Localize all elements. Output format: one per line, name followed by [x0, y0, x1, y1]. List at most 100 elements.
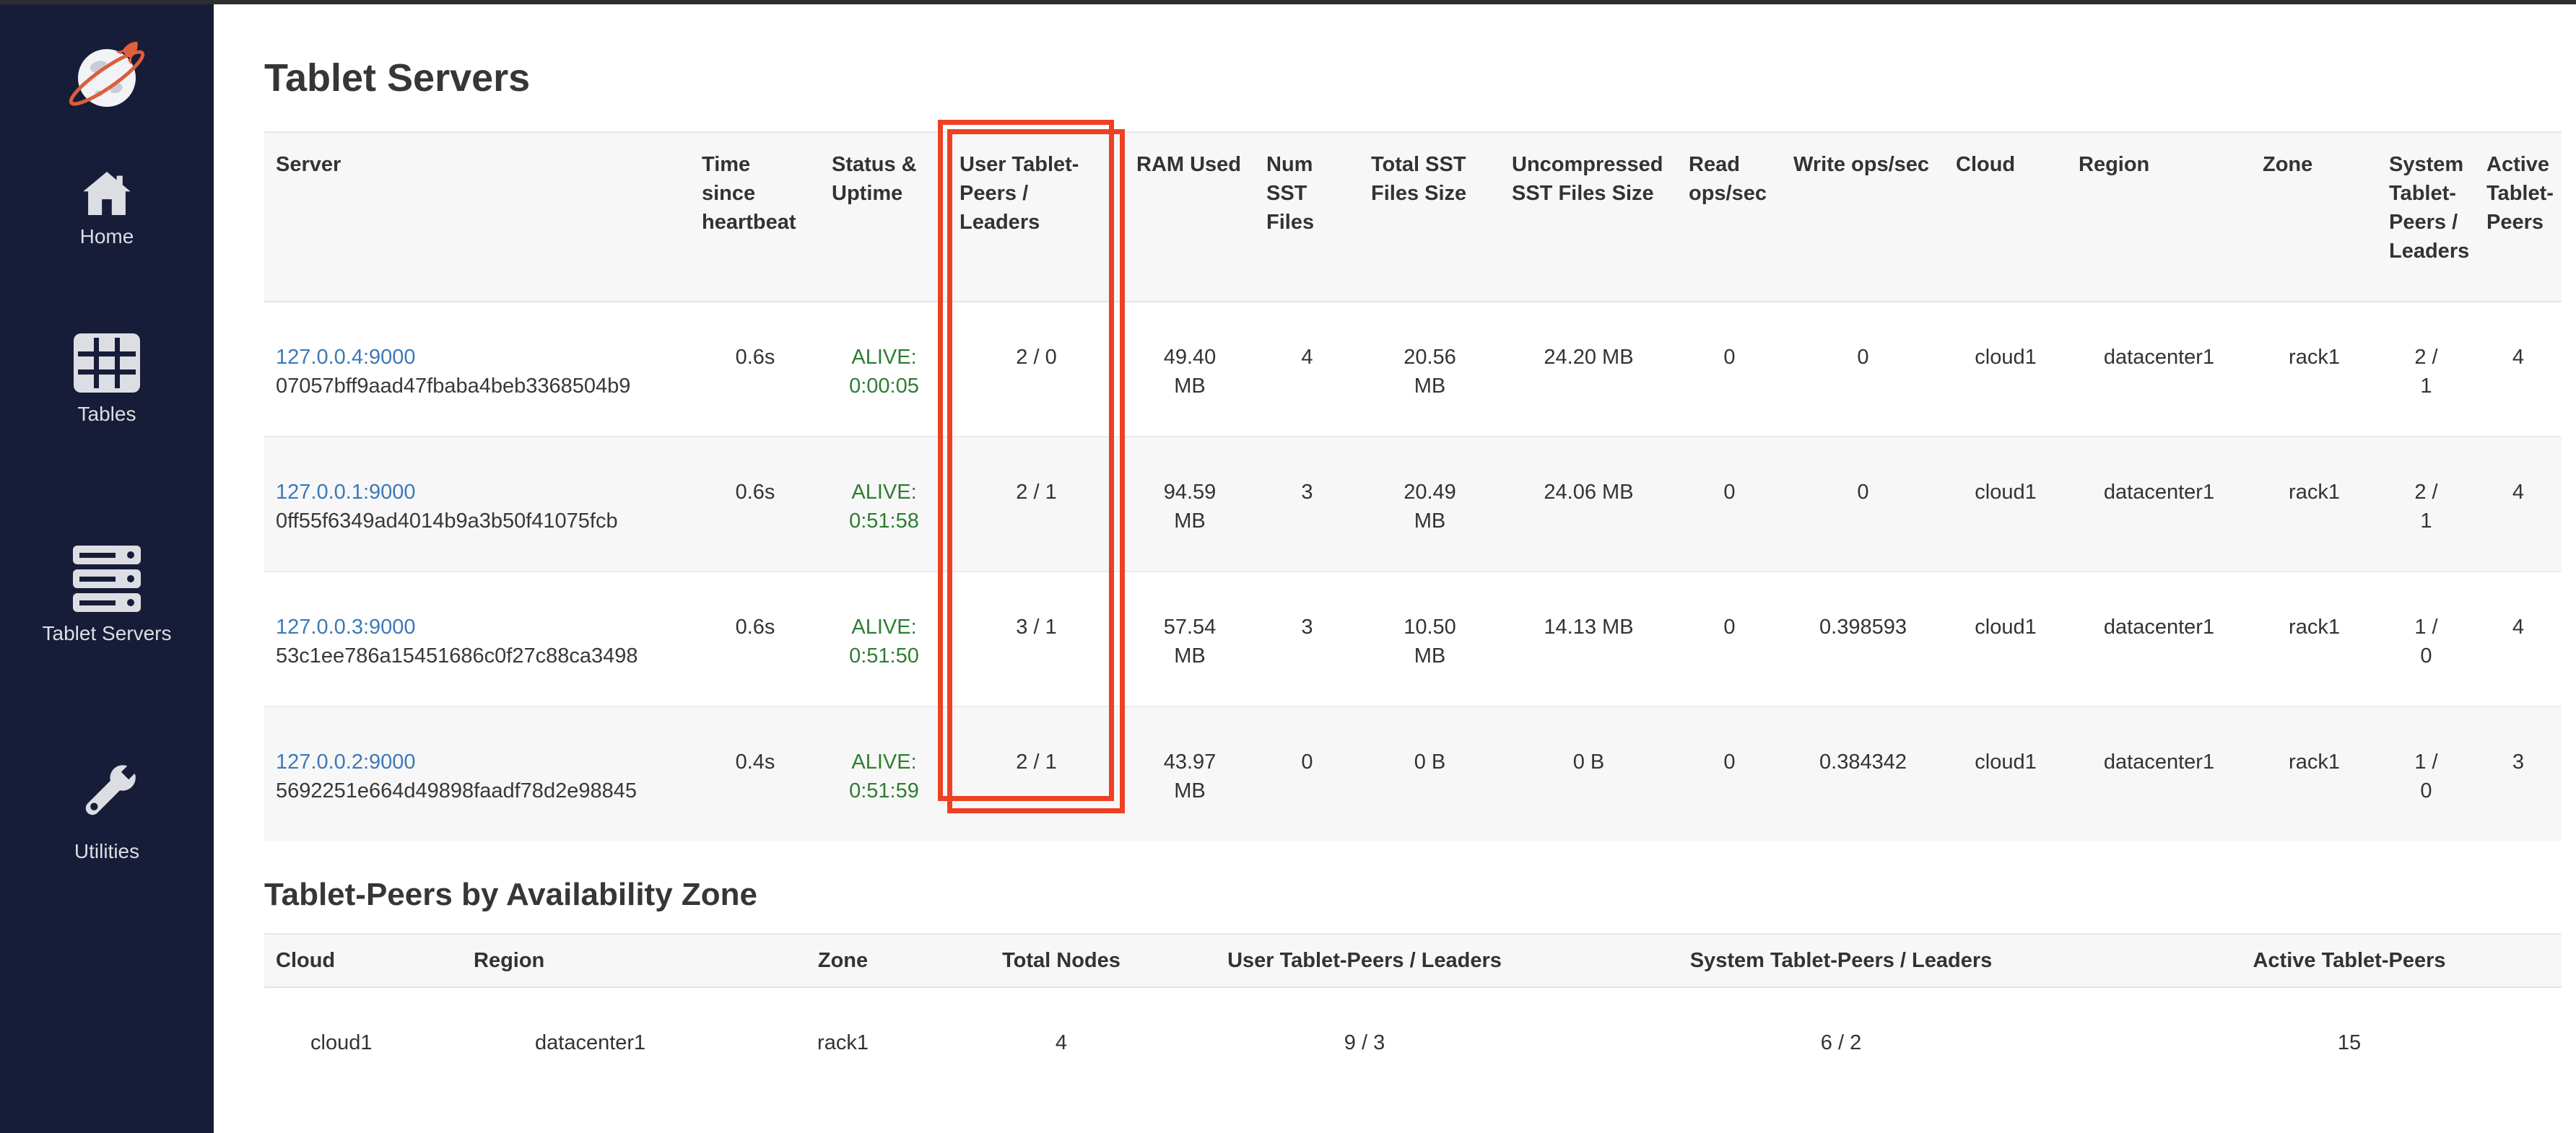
cell-time-since-heartbeat: 0.6s: [690, 437, 820, 572]
server-link[interactable]: 127.0.0.3:9000: [276, 616, 416, 639]
server-link[interactable]: 127.0.0.2:9000: [276, 751, 416, 774]
column-header: User Tablet-Peers / Leaders: [948, 132, 1125, 302]
cell-read-ops-sec: 0: [1677, 302, 1782, 437]
cell-system-tablet-peers-leaders: 1 / 0: [2377, 572, 2475, 707]
cell-read-ops-sec: 0: [1677, 437, 1782, 572]
cell-system-tablet-peers-leaders: 2 / 1: [2377, 302, 2475, 437]
cell-read-ops-sec: 0: [1677, 707, 1782, 841]
cell-total-sst-files-size: 20.49 MB: [1359, 437, 1500, 572]
tables-icon: [74, 333, 140, 393]
table-row: 127.0.0.2:9000 5692251e664d49898faadf78d2…: [264, 707, 2562, 841]
cell-ram-used: 57.54 MB: [1125, 572, 1255, 707]
cell-total-sst-files-size: 10.50 MB: [1359, 572, 1500, 707]
server-link[interactable]: 127.0.0.1:9000: [276, 481, 416, 504]
sidebar-item-label: Home: [80, 225, 134, 248]
cell-active-tablet-peers: 4: [2475, 437, 2562, 572]
server-uuid: 0ff55f6349ad4014b9a3b50f41075fcb: [276, 507, 679, 535]
cell-ram-used: 94.59 MB: [1125, 437, 1255, 572]
tablet-servers-table: ServerTime since heartbeatStatus & Uptim…: [264, 131, 2562, 841]
main-content: Tablet Servers ServerTime since heartbea…: [214, 4, 2576, 1086]
column-header: User Tablet-Peers / Leaders: [1184, 934, 1545, 987]
column-header: Zone: [2251, 132, 2377, 302]
cell-system-tablet-peers-leaders: 1 / 0: [2377, 707, 2475, 841]
sidebar-item-label: Tables: [78, 403, 136, 426]
server-link[interactable]: 127.0.0.4:9000: [276, 346, 416, 369]
cell-num-sst-files: 4: [1255, 302, 1359, 437]
cell-cloud: cloud1: [1944, 437, 2067, 572]
column-header: Total SST Files Size: [1359, 132, 1500, 302]
column-header: Region: [462, 934, 747, 987]
column-header: Read ops/sec: [1677, 132, 1782, 302]
cell-time-since-heartbeat: 0.4s: [690, 707, 820, 841]
cell-status-uptime: ALIVE: 0:00:05: [820, 302, 948, 437]
cell-user-tablet-peers-leaders: 2 / 1: [948, 707, 1125, 841]
column-header: System Tablet-Peers / Leaders: [2377, 132, 2475, 302]
cell-time-since-heartbeat: 0.6s: [690, 572, 820, 707]
home-icon: [83, 172, 131, 215]
cell-ram-used: 43.97 MB: [1125, 707, 1255, 841]
cell-user-tablet-peers-leaders: 2 / 1: [948, 437, 1125, 572]
column-header: Active Tablet-Peers: [2137, 934, 2562, 987]
cell-write-ops-sec: 0.398593: [1782, 572, 1944, 707]
az-table: CloudRegionZoneTotal NodesUser Tablet-Pe…: [264, 933, 2562, 1086]
cell-ram-used: 49.40 MB: [1125, 302, 1255, 437]
server-uuid: 53c1ee786a15451686c0f27c88ca3498: [276, 642, 679, 670]
column-header: Cloud: [1944, 132, 2067, 302]
sidebar-item-home[interactable]: Home: [0, 172, 214, 248]
table-row: 127.0.0.3:9000 53c1ee786a15451686c0f27c88…: [264, 572, 2562, 707]
column-header: Active Tablet-Peers: [2475, 132, 2562, 302]
cell-uncompressed-sst-files-size: 0 B: [1500, 707, 1677, 841]
cell-zone: rack1: [747, 987, 939, 1086]
column-header: Cloud: [264, 934, 462, 987]
cell-read-ops-sec: 0: [1677, 572, 1782, 707]
cell-server: 127.0.0.3:9000 53c1ee786a15451686c0f27c88…: [264, 572, 690, 707]
cell-cloud: cloud1: [1944, 302, 2067, 437]
sidebar-item-label: Tablet Servers: [43, 622, 172, 645]
column-header: Server: [264, 132, 690, 302]
az-tbody: cloud1datacenter1rack149 / 36 / 215: [264, 987, 2562, 1086]
column-header: Write ops/sec: [1782, 132, 1944, 302]
tablet-servers-header-row: ServerTime since heartbeatStatus & Uptim…: [264, 132, 2562, 302]
yugabyte-logo[interactable]: [53, 33, 161, 120]
cell-user-tablet-peers-leaders: 3 / 1: [948, 572, 1125, 707]
table-row: 127.0.0.4:9000 07057bff9aad47fbaba4beb336…: [264, 302, 2562, 437]
server-uuid: 07057bff9aad47fbaba4beb3368504b9: [276, 372, 679, 401]
sidebar-item-tables[interactable]: Tables: [0, 333, 214, 426]
cell-zone: rack1: [2251, 572, 2377, 707]
cell-system-tablet-peers-leaders: 6 / 2: [1545, 987, 2137, 1086]
cell-num-sst-files: 3: [1255, 572, 1359, 707]
cell-total-sst-files-size: 0 B: [1359, 707, 1500, 841]
planet-rocket-logo-icon: [58, 36, 156, 117]
az-header-row: CloudRegionZoneTotal NodesUser Tablet-Pe…: [264, 934, 2562, 987]
cell-cloud: cloud1: [1944, 572, 2067, 707]
cell-user-tablet-peers-leaders: 2 / 0: [948, 302, 1125, 437]
sidebar-item-tablet-servers[interactable]: Tablet Servers: [0, 546, 214, 645]
cell-active-tablet-peers: 4: [2475, 302, 2562, 437]
cell-uncompressed-sst-files-size: 14.13 MB: [1500, 572, 1677, 707]
cell-total-nodes: 4: [939, 987, 1184, 1086]
cell-active-tablet-peers: 3: [2475, 707, 2562, 841]
cell-region: datacenter1: [2067, 437, 2251, 572]
server-uuid: 5692251e664d49898faadf78d2e98845: [276, 777, 679, 805]
cell-server: 127.0.0.1:9000 0ff55f6349ad4014b9a3b50f41…: [264, 437, 690, 572]
sidebar: Home Tables Tablet Servers: [0, 0, 214, 1133]
tablet-servers-icon: [73, 546, 141, 612]
cell-zone: rack1: [2251, 707, 2377, 841]
cell-zone: rack1: [2251, 302, 2377, 437]
cell-region: datacenter1: [2067, 707, 2251, 841]
column-header: System Tablet-Peers / Leaders: [1545, 934, 2137, 987]
cell-active-tablet-peers: 15: [2137, 987, 2562, 1086]
tablet-servers-tbody: 127.0.0.4:9000 07057bff9aad47fbaba4beb336…: [264, 302, 2562, 841]
column-header: Status & Uptime: [820, 132, 948, 302]
cell-total-sst-files-size: 20.56 MB: [1359, 302, 1500, 437]
cell-write-ops-sec: 0: [1782, 302, 1944, 437]
column-header: Num SST Files: [1255, 132, 1359, 302]
window-top-strip: [0, 0, 2576, 4]
cell-num-sst-files: 3: [1255, 437, 1359, 572]
cell-status-uptime: ALIVE: 0:51:59: [820, 707, 948, 841]
cell-time-since-heartbeat: 0.6s: [690, 302, 820, 437]
cell-active-tablet-peers: 4: [2475, 572, 2562, 707]
column-header: Total Nodes: [939, 934, 1184, 987]
cell-write-ops-sec: 0: [1782, 437, 1944, 572]
sidebar-item-utilities[interactable]: Utilities: [0, 758, 214, 863]
